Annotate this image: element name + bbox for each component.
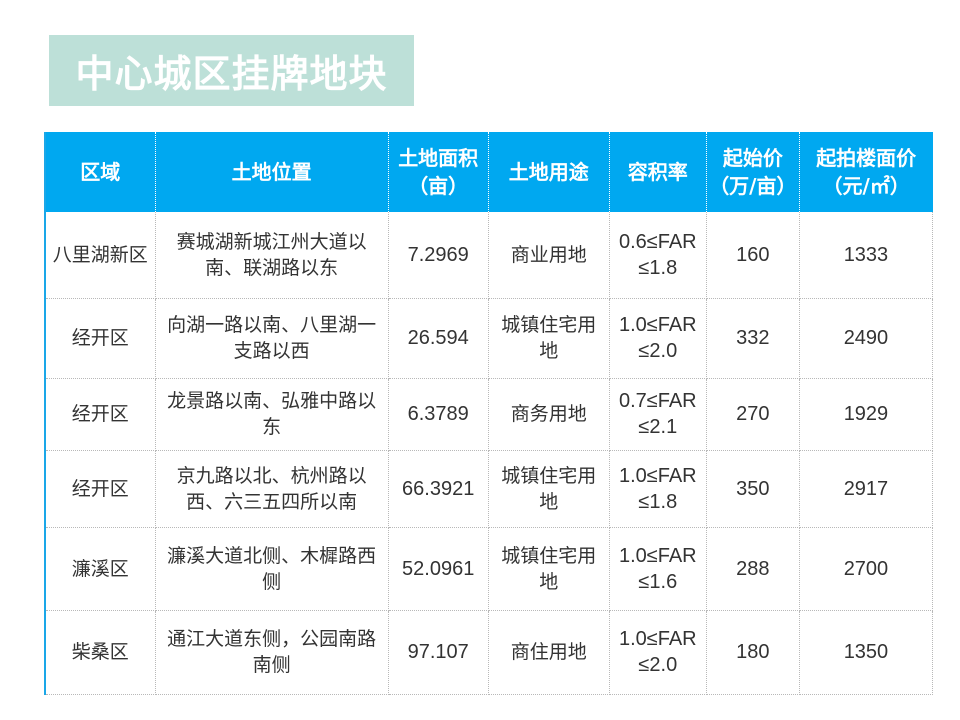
cell-location: 通江大道东侧，公园南路南侧 bbox=[155, 610, 389, 695]
cell-use: 商住用地 bbox=[488, 610, 610, 695]
cell-far: 1.0≤FAR ≤1.8 bbox=[609, 450, 707, 528]
cell-area: 66.3921 bbox=[388, 450, 489, 528]
cell-floor-price: 1929 bbox=[799, 378, 934, 451]
cell-start-price: 350 bbox=[706, 450, 800, 528]
cell-floor-price: 1333 bbox=[799, 212, 934, 299]
cell-floor-price: 2917 bbox=[799, 450, 934, 528]
cell-district: 经开区 bbox=[45, 450, 156, 528]
cell-start-price: 270 bbox=[706, 378, 800, 451]
cell-location: 赛城湖新城江州大道以南、联湖路以东 bbox=[155, 212, 389, 299]
cell-district: 八里湖新区 bbox=[45, 212, 156, 299]
table-row: 经开区 向湖一路以南、八里湖一支路以西 26.594 城镇住宅用地 1.0≤FA… bbox=[45, 298, 934, 379]
table-row: 经开区 京九路以北、杭州路以西、六三五四所以南 66.3921 城镇住宅用地 1… bbox=[45, 450, 934, 528]
cell-area: 7.2969 bbox=[388, 212, 489, 299]
cell-district: 经开区 bbox=[45, 378, 156, 451]
header-use: 土地用途 bbox=[488, 132, 610, 212]
cell-area: 6.3789 bbox=[388, 378, 489, 451]
cell-floor-price: 2490 bbox=[799, 298, 934, 379]
cell-district: 濂溪区 bbox=[45, 527, 156, 611]
cell-use: 城镇住宅用地 bbox=[488, 450, 610, 528]
page-title-banner: 中心城区挂牌地块 bbox=[49, 35, 414, 106]
cell-location: 京九路以北、杭州路以西、六三五四所以南 bbox=[155, 450, 389, 528]
table-row: 经开区 龙景路以南、弘雅中路以东 6.3789 商务用地 0.7≤FAR ≤2.1… bbox=[45, 378, 934, 451]
cell-use: 商业用地 bbox=[488, 212, 610, 299]
cell-start-price: 160 bbox=[706, 212, 800, 299]
cell-start-price: 332 bbox=[706, 298, 800, 379]
cell-far: 1.0≤FAR ≤1.6 bbox=[609, 527, 707, 611]
cell-location: 向湖一路以南、八里湖一支路以西 bbox=[155, 298, 389, 379]
cell-start-price: 288 bbox=[706, 527, 800, 611]
header-area: 土地面积 （亩） bbox=[388, 132, 489, 212]
cell-district: 柴桑区 bbox=[45, 610, 156, 695]
table-row: 八里湖新区 赛城湖新城江州大道以南、联湖路以东 7.2969 商业用地 0.6≤… bbox=[45, 212, 934, 299]
cell-district: 经开区 bbox=[45, 298, 156, 379]
cell-use: 城镇住宅用地 bbox=[488, 298, 610, 379]
cell-location: 龙景路以南、弘雅中路以东 bbox=[155, 378, 389, 451]
table-row: 柴桑区 通江大道东侧，公园南路南侧 97.107 商住用地 1.0≤FAR ≤2.… bbox=[45, 610, 934, 695]
page-title: 中心城区挂牌地块 bbox=[75, 52, 388, 96]
cell-start-price: 180 bbox=[706, 610, 800, 695]
cell-floor-price: 2700 bbox=[799, 527, 934, 611]
table-row: 濂溪区 濂溪大道北侧、木樨路西侧 52.0961 城镇住宅用地 1.0≤FAR ≤… bbox=[45, 527, 934, 611]
cell-location: 濂溪大道北侧、木樨路西侧 bbox=[155, 527, 389, 611]
cell-far: 1.0≤FAR ≤2.0 bbox=[609, 610, 707, 695]
cell-floor-price: 1350 bbox=[799, 610, 934, 695]
land-lots-table: 区域 土地位置 土地面积 （亩） 土地用途 容积率 起始价 （万/亩） 起拍楼面价（… bbox=[44, 132, 934, 695]
table-header-row: 区域 土地位置 土地面积 （亩） 土地用途 容积率 起始价 （万/亩） 起拍楼面价（… bbox=[45, 132, 933, 212]
header-location: 土地位置 bbox=[155, 132, 389, 212]
header-floor-price: 起拍楼面价 （元/㎡） bbox=[799, 132, 933, 212]
header-far: 容积率 bbox=[609, 132, 707, 212]
cell-use: 商务用地 bbox=[488, 378, 610, 451]
cell-far: 0.7≤FAR ≤2.1 bbox=[609, 378, 707, 451]
header-start-price: 起始价 （万/亩） bbox=[706, 132, 800, 212]
cell-area: 52.0961 bbox=[388, 527, 489, 611]
cell-far: 0.6≤FAR ≤1.8 bbox=[609, 212, 707, 299]
cell-area: 26.594 bbox=[388, 298, 489, 379]
cell-area: 97.107 bbox=[388, 610, 489, 695]
cell-far: 1.0≤FAR ≤2.0 bbox=[609, 298, 707, 379]
header-district: 区域 bbox=[45, 132, 156, 212]
cell-use: 城镇住宅用地 bbox=[488, 527, 610, 611]
